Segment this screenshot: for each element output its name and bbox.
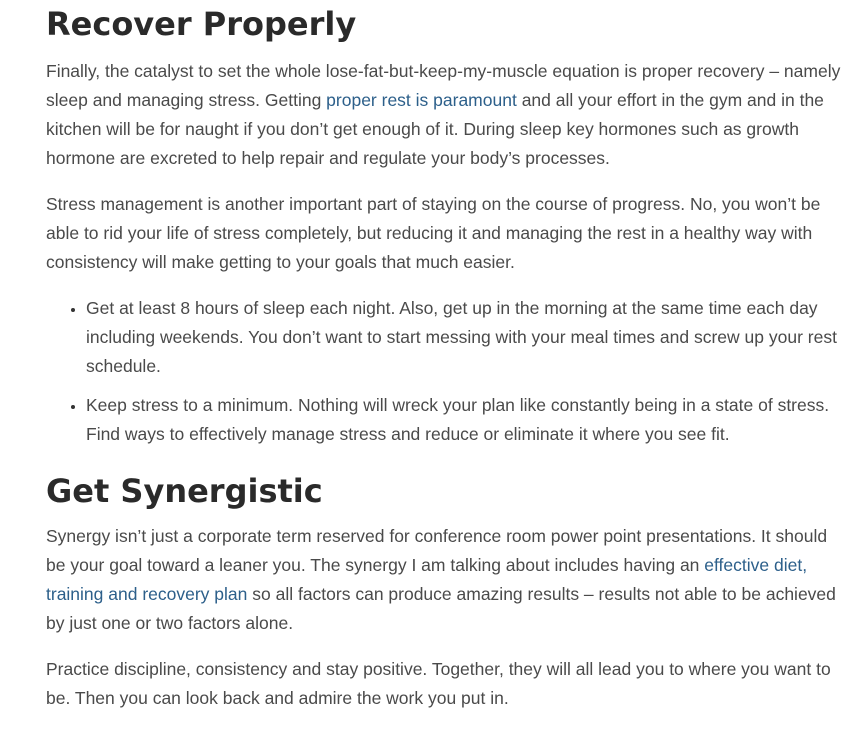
list-item-stress: Keep stress to a minimum. Nothing will w… (86, 391, 848, 449)
recovery-tips-list: Get at least 8 hours of sleep each night… (46, 294, 848, 449)
paragraph-practice-discipline: Practice discipline, consistency and sta… (46, 659, 831, 708)
section-heading-recover: Recover Properly (46, 5, 357, 43)
proper-rest-link[interactable]: proper rest is paramount (326, 90, 517, 110)
paragraph-synergy-intro: Synergy isn’t just a corporate term rese… (46, 522, 848, 638)
paragraph-recovery-intro: Finally, the catalyst to set the whole l… (46, 57, 848, 173)
paragraph-stress-management: Stress management is another important p… (46, 194, 821, 272)
article-body: Recover Properly Finally, the catalyst t… (46, 0, 848, 730)
list-item-sleep: Get at least 8 hours of sleep each night… (86, 294, 848, 381)
section-heading-synergistic: Get Synergistic (46, 472, 323, 510)
